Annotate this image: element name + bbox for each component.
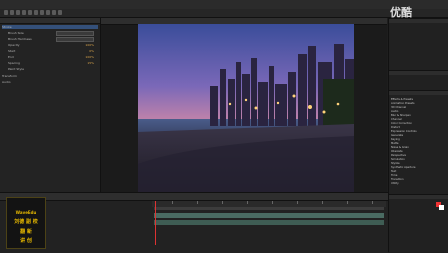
panel-header (389, 90, 448, 95)
text-tool-icon[interactable] (52, 10, 56, 15)
effect-category[interactable]: Generate (391, 134, 403, 137)
channel-logo: WaveEdu 刘德 副 校 翻 新 讲 创 (6, 197, 46, 249)
layer-bar[interactable] (154, 213, 384, 218)
property-label: Opacity (8, 43, 20, 47)
effect-category[interactable]: Effects & Presets (391, 98, 413, 101)
effect-row[interactable]: Stroke (2, 25, 98, 29)
property-value[interactable]: 100% (85, 43, 94, 47)
playhead[interactable] (155, 201, 156, 245)
effect-controls-panel: Stroke Brush Size 6.4 Brush Hardness 30%… (0, 18, 101, 192)
timeline-panel (0, 192, 388, 253)
toolbar (0, 9, 448, 18)
rotate-tool-icon[interactable] (22, 10, 26, 15)
effect-category[interactable]: Obsolete (391, 150, 403, 153)
effect-category[interactable]: Synthetic Aperture (391, 166, 415, 169)
property-value[interactable]: 100% (85, 55, 94, 59)
effect-category[interactable]: Perspective (391, 154, 406, 157)
effect-label: Stroke (2, 25, 12, 29)
property-row-audio[interactable]: Audio (2, 80, 98, 84)
layer-bar[interactable] (154, 220, 384, 225)
effect-category[interactable]: Transition (391, 178, 404, 181)
effect-category[interactable]: Keying (391, 138, 400, 141)
color-swatch-icon (436, 202, 444, 210)
effect-category[interactable]: Blur & Sharpen (391, 114, 411, 117)
property-label: Paint Style (8, 67, 24, 71)
property-label: Brush Hardness (8, 37, 32, 41)
dropdown[interactable] (56, 37, 94, 42)
property-row-end[interactable]: End 100% (2, 55, 98, 59)
property-row-transform[interactable]: Transform (2, 74, 98, 78)
property-label: Audio (2, 80, 11, 84)
selection-tool-icon[interactable] (4, 10, 8, 15)
brush-tool-icon[interactable] (58, 10, 62, 15)
effect-category[interactable]: Distort (391, 126, 400, 129)
effect-category[interactable]: Utility (391, 182, 399, 185)
logo-title: WaveEdu (15, 210, 37, 215)
pan-tool-icon[interactable] (34, 10, 38, 15)
property-label: End (8, 55, 14, 59)
property-label: Transform (2, 74, 17, 78)
property-label: Spacing (8, 61, 20, 65)
effect-category[interactable]: 3D Channel (391, 106, 406, 109)
hand-tool-icon[interactable] (10, 10, 14, 15)
property-row-start[interactable]: Start 0% (2, 49, 98, 53)
property-row-spacing[interactable]: Spacing 15% (2, 61, 98, 65)
panel-header (389, 18, 448, 23)
zoom-tool-icon[interactable] (16, 10, 20, 15)
panel-header (389, 70, 448, 75)
property-label: Brush Size (8, 31, 24, 35)
effect-category[interactable]: Animation Presets (391, 102, 415, 105)
effect-category[interactable]: Text (391, 170, 396, 173)
timeline-header (0, 193, 388, 201)
effect-category[interactable]: Channel (391, 118, 402, 121)
pen-tool-icon[interactable] (46, 10, 50, 15)
panel-tab-strip (0, 18, 100, 24)
effect-category[interactable]: Stylize (391, 162, 400, 165)
effects-presets-panel: Effects & Presets Animation Presets 3D C… (388, 18, 448, 252)
effect-category[interactable]: Matte (391, 142, 398, 145)
property-row-opacity[interactable]: Opacity 100% (2, 43, 98, 47)
effect-category[interactable]: Simulation (391, 158, 405, 161)
composition-viewer (101, 18, 387, 201)
property-label: Start (8, 49, 16, 53)
camera-tool-icon[interactable] (28, 10, 32, 15)
effect-category[interactable]: Color Correction (391, 122, 412, 125)
logo-line: 讲 创 (20, 238, 32, 244)
effect-category[interactable]: Noise & Grain (391, 146, 409, 149)
mask-tool-icon[interactable] (40, 10, 44, 15)
effect-category[interactable]: Expression Controls (391, 130, 417, 133)
dropdown[interactable] (56, 31, 94, 36)
effect-category[interactable]: Audio (391, 110, 398, 113)
effect-category[interactable]: Time (391, 174, 397, 177)
work-area-bar[interactable] (154, 207, 384, 210)
panel-header (389, 194, 448, 199)
composition-image[interactable] (138, 24, 354, 201)
property-value[interactable]: 0% (89, 49, 94, 53)
logo-line: 翻 新 (20, 229, 32, 235)
property-value[interactable]: 15% (87, 61, 94, 65)
property-row-paint-style[interactable]: Paint Style (2, 67, 98, 71)
logo-line: 刘德 副 校 (14, 219, 38, 225)
